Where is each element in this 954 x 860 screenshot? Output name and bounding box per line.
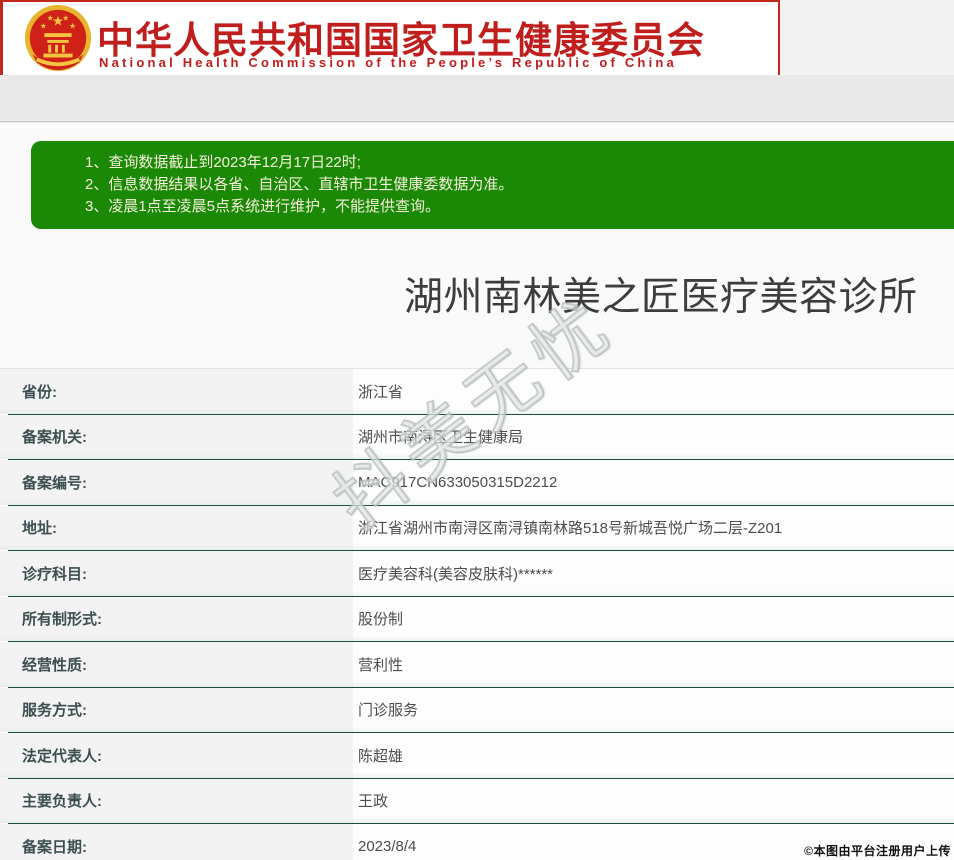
site-title-english: National Health Commission of the People… [99, 55, 677, 70]
site-header: ★ ★ ★ ★ ★ 中华人民共和国国家卫生健康委员会 National Heal… [0, 0, 780, 75]
field-label: 主要负责人: [0, 778, 353, 823]
notice-line-1: 1、查询数据截止到2023年12月17日22时; [85, 154, 361, 171]
institution-name-title: 湖州南林美之匠医疗美容诊所 [404, 276, 918, 319]
field-label: 诊疗科目: [0, 551, 353, 596]
table-row-ownership-form: 所有制形式: 股份制 [0, 596, 954, 642]
svg-text:★: ★ [69, 21, 76, 30]
field-value: 陈超雄 [358, 747, 404, 765]
record-table: 省份: 浙江省 备案机关: 湖州市南浔区卫生健康局 备案编号: MAC917CN… [0, 368, 954, 860]
notice-line-3: 3、凌晨1点至凌晨5点系统进行维护，不能提供查询。 [85, 198, 441, 215]
field-value: 浙江省湖州市南浔区南浔镇南林路518号新城吾悦广场二层-Z201 [358, 520, 783, 538]
table-row-service-mode: 服务方式: 门诊服务 [0, 687, 954, 733]
field-label: 经营性质: [0, 642, 353, 687]
table-row-province: 省份: 浙江省 [0, 369, 954, 415]
upload-credit-watermark: ©本图由平台注册用户上传 [804, 844, 951, 858]
field-label: 备案机关: [0, 414, 353, 459]
field-value: 股份制 [358, 611, 404, 629]
table-row-operating-nature: 经营性质: 营利性 [0, 642, 954, 688]
table-row-treatment-subjects: 诊疗科目: 医疗美容科(美容皮肤科)****** [0, 551, 954, 597]
field-label: 法定代表人: [0, 733, 353, 778]
field-value: MAC917CN633050315D2212 [358, 473, 558, 491]
table-row-legal-representative: 法定代表人: 陈超雄 [0, 733, 954, 779]
svg-text:★: ★ [47, 14, 54, 23]
field-value: 医疗美容科(美容皮肤科)****** [358, 565, 554, 583]
field-label: 备案编号: [0, 460, 353, 505]
field-label: 地址: [0, 505, 353, 550]
field-value: 湖州市南浔区卫生健康局 [358, 429, 524, 447]
table-row-record-authority: 备案机关: 湖州市南浔区卫生健康局 [0, 414, 954, 460]
table-row-address: 地址: 浙江省湖州市南浔区南浔镇南林路518号新城吾悦广场二层-Z201 [0, 505, 954, 551]
field-label: 省份: [0, 369, 353, 414]
svg-text:★: ★ [40, 21, 47, 30]
query-notice-box: 1、查询数据截止到2023年12月17日22时; 2、信息数据结果以各省、自治区… [31, 141, 954, 229]
field-label: 备案日期: [0, 824, 353, 860]
field-value: 营利性 [358, 656, 404, 674]
table-row-principal: 主要负责人: 王政 [0, 778, 954, 824]
field-value: 王政 [358, 793, 389, 811]
table-row-record-number: 备案编号: MAC917CN633050315D2212 [0, 460, 954, 506]
header-right-background [780, 0, 954, 75]
china-national-emblem-icon: ★ ★ ★ ★ ★ [23, 4, 93, 74]
field-value: 门诊服务 [358, 702, 419, 720]
field-value: 浙江省 [358, 383, 404, 401]
notice-line-2: 2、信息数据结果以各省、自治区、直辖市卫生健康委数据为准。 [85, 176, 514, 193]
field-label: 服务方式: [0, 687, 353, 732]
field-label: 所有制形式: [0, 596, 353, 641]
header-divider-band [0, 75, 954, 122]
